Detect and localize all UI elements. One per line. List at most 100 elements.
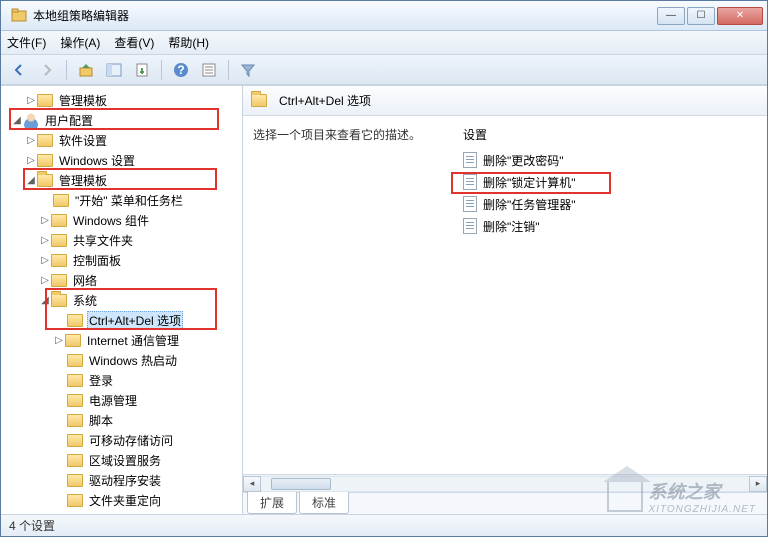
setting-label: 删除"任务管理器": [483, 196, 576, 213]
tree-label: 可移动存储访问: [87, 432, 175, 449]
user-icon: [23, 112, 39, 128]
expand-icon[interactable]: ▷: [39, 255, 51, 266]
scroll-left-button[interactable]: ◂: [243, 476, 261, 492]
toolbar-separator: [161, 60, 162, 80]
tree-label: 登录: [87, 372, 115, 389]
expand-icon[interactable]: ▷: [25, 95, 37, 106]
tree-item[interactable]: ▷Windows 组件: [1, 210, 242, 230]
tree-item[interactable]: 电源管理: [1, 390, 242, 410]
folder-icon: [53, 194, 69, 207]
expand-icon[interactable]: ▷: [39, 215, 51, 226]
filter-button[interactable]: [236, 58, 260, 82]
expand-icon[interactable]: ▷: [39, 275, 51, 286]
tree-item[interactable]: Windows 热启动: [1, 350, 242, 370]
collapse-icon[interactable]: ◢: [39, 295, 51, 306]
forward-button[interactable]: [35, 58, 59, 82]
scroll-thumb[interactable]: [271, 478, 331, 490]
folder-icon: [67, 434, 83, 447]
folder-icon: [51, 274, 67, 287]
folder-icon: [67, 454, 83, 467]
tree-label: 控制面板: [71, 252, 123, 269]
show-hide-tree-button[interactable]: [102, 58, 126, 82]
up-button[interactable]: [74, 58, 98, 82]
status-bar: 4 个设置: [1, 514, 767, 536]
tree-label: Windows 热启动: [87, 352, 179, 369]
collapse-icon[interactable]: ◢: [25, 175, 37, 186]
tree-label: Ctrl+Alt+Del 选项: [87, 311, 183, 330]
tree-label: 驱动程序安装: [87, 472, 163, 489]
tree-label: 网络: [71, 272, 99, 289]
tab-extended[interactable]: 扩展: [247, 492, 297, 514]
back-button[interactable]: [7, 58, 31, 82]
tree-label: Windows 设置: [57, 152, 137, 169]
minimize-button[interactable]: —: [657, 7, 685, 25]
tree-item[interactable]: ▷ 控制面板: [1, 250, 242, 270]
tree-item[interactable]: ▷ 网络: [1, 270, 242, 290]
scroll-right-button[interactable]: ▸: [749, 476, 767, 492]
folder-icon: [67, 414, 83, 427]
folder-icon: [67, 354, 83, 367]
folder-open-icon: [251, 94, 267, 107]
tree-item-ctrlaltdel[interactable]: Ctrl+Alt+Del 选项: [1, 310, 242, 330]
folder-open-icon: [37, 174, 53, 187]
svg-text:?: ?: [177, 63, 184, 77]
tree-item[interactable]: 文件夹重定向: [1, 490, 242, 510]
tab-standard[interactable]: 标准: [299, 492, 349, 514]
toolbar-separator: [228, 60, 229, 80]
help-button[interactable]: ?: [169, 58, 193, 82]
tree-label: 管理模板: [57, 172, 109, 189]
tree-panel[interactable]: ▷ 管理模板 ◢ 用户配置 ▷软件设置 ▷ Windows 设置 ◢ 管理模板 "开始"…: [1, 86, 243, 514]
folder-icon: [51, 214, 67, 227]
horizontal-scrollbar[interactable]: ◂ ▸: [243, 474, 767, 492]
folder-icon: [67, 314, 83, 327]
collapse-icon[interactable]: ◢: [11, 115, 23, 126]
properties-button[interactable]: [197, 58, 221, 82]
expand-icon[interactable]: ▷: [25, 155, 37, 166]
setting-item[interactable]: 删除"更改密码": [463, 149, 757, 171]
tree-item[interactable]: 驱动程序安装: [1, 470, 242, 490]
maximize-button[interactable]: ☐: [687, 7, 715, 25]
tree-item[interactable]: 脚本: [1, 410, 242, 430]
close-button[interactable]: ✕: [717, 7, 763, 25]
toolbar-separator: [66, 60, 67, 80]
setting-item-task-manager[interactable]: 删除"任务管理器": [463, 193, 757, 215]
description-text: 选择一个项目来查看它的描述。: [253, 126, 443, 464]
tree-item-admin-templates[interactable]: ◢ 管理模板: [1, 170, 242, 190]
policy-icon: [463, 152, 477, 168]
settings-header: 设置: [463, 126, 757, 143]
tree-label: 脚本: [87, 412, 115, 429]
tree-item[interactable]: ▷ 管理模板: [1, 90, 242, 110]
setting-item[interactable]: 删除"注销": [463, 215, 757, 237]
titlebar[interactable]: 本地组策略编辑器 — ☐ ✕: [1, 1, 767, 31]
app-icon: [11, 8, 27, 24]
tree-item[interactable]: "开始" 菜单和任务栏: [1, 190, 242, 210]
tree-item[interactable]: ▷ Internet 通信管理: [1, 330, 242, 350]
tree-item[interactable]: ▷软件设置: [1, 130, 242, 150]
tree-item[interactable]: 区域设置服务: [1, 450, 242, 470]
expand-icon[interactable]: ▷: [53, 335, 65, 346]
folder-icon: [37, 94, 53, 107]
tree-label: 电源管理: [87, 392, 139, 409]
folder-icon: [51, 254, 67, 267]
tree-item[interactable]: 可移动存储访问: [1, 430, 242, 450]
folder-icon: [37, 134, 53, 147]
export-button[interactable]: [130, 58, 154, 82]
menu-file[interactable]: 文件(F): [7, 34, 46, 51]
menu-action[interactable]: 操作(A): [60, 34, 100, 51]
folder-icon: [37, 154, 53, 167]
menu-help[interactable]: 帮助(H): [168, 34, 209, 51]
policy-icon: [463, 174, 477, 190]
tree-item[interactable]: ▷ Windows 设置: [1, 150, 242, 170]
expand-icon[interactable]: ▷: [25, 135, 37, 146]
status-text: 4 个设置: [9, 517, 55, 534]
tree-label: 管理模板: [57, 92, 109, 109]
tree-item[interactable]: ▷共享文件夹: [1, 230, 242, 250]
tree-label: 用户配置: [43, 112, 95, 129]
tree-item-system[interactable]: ◢系统: [1, 290, 242, 310]
tree-item-user-config[interactable]: ◢ 用户配置: [1, 110, 242, 130]
menu-view[interactable]: 查看(V): [114, 34, 154, 51]
expand-icon[interactable]: ▷: [39, 235, 51, 246]
scroll-track[interactable]: [261, 476, 749, 492]
tree-label: Internet 通信管理: [85, 332, 181, 349]
tree-item[interactable]: 登录: [1, 370, 242, 390]
